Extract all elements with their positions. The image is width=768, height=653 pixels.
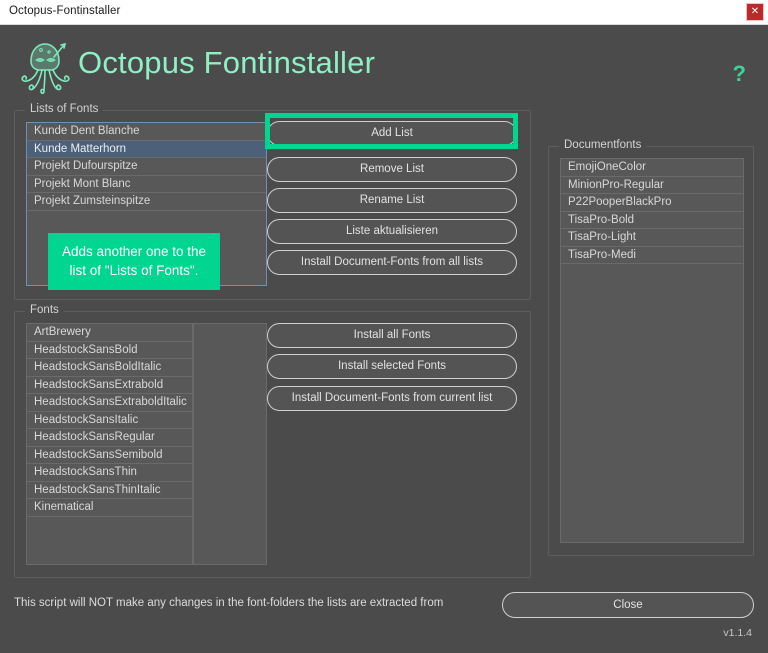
documentfonts-listbox[interactable]: EmojiOneColor MinionPro-Regular P22Poope… bbox=[560, 158, 744, 543]
list-item[interactable]: TisaPro-Light bbox=[561, 229, 743, 247]
list-item[interactable]: Kunde Dent Blanche bbox=[27, 123, 266, 141]
help-icon[interactable]: ? bbox=[733, 63, 746, 85]
rename-list-button[interactable]: Rename List bbox=[267, 188, 517, 213]
window-title: Octopus-Fontinstaller bbox=[9, 5, 121, 17]
list-item[interactable]: EmojiOneColor bbox=[561, 159, 743, 177]
page-title: Octopus Fontinstaller bbox=[78, 45, 376, 80]
list-item[interactable]: TisaPro-Bold bbox=[561, 212, 743, 229]
list-item[interactable]: Kinematical bbox=[27, 499, 192, 517]
app-window: Octopus-Fontinstaller ✕ Octopus Fontinst… bbox=[0, 0, 768, 653]
list-item[interactable]: ArtBrewery bbox=[27, 324, 192, 342]
footer-note: This script will NOT make any changes in… bbox=[14, 597, 444, 609]
list-item[interactable]: HeadstockSansBoldItalic bbox=[27, 359, 192, 377]
version-label: v1.1.4 bbox=[723, 627, 752, 639]
remove-list-button[interactable]: Remove List bbox=[267, 157, 517, 182]
octopus-logo-icon bbox=[21, 42, 70, 95]
list-item[interactable]: Kunde Matterhorn bbox=[27, 140, 266, 158]
documentfonts-label: Documentfonts bbox=[559, 139, 647, 151]
fonts-listbox[interactable]: ArtBrewery HeadstockSansBold HeadstockSa… bbox=[26, 323, 193, 565]
refresh-list-button[interactable]: Liste aktualisieren bbox=[267, 219, 517, 244]
list-item[interactable]: HeadstockSansRegular bbox=[27, 429, 192, 447]
window-close-button[interactable]: ✕ bbox=[746, 3, 764, 21]
list-item[interactable]: HeadstockSansBold bbox=[27, 342, 192, 359]
install-document-fonts-current-list-button[interactable]: Install Document-Fonts from current list bbox=[267, 386, 517, 411]
install-document-fonts-all-lists-button[interactable]: Install Document-Fonts from all lists bbox=[267, 250, 517, 275]
fonts-label: Fonts bbox=[25, 304, 64, 316]
documentfonts-group: Documentfonts EmojiOneColor MinionPro-Re… bbox=[548, 139, 754, 556]
list-item[interactable]: HeadstockSansItalic bbox=[27, 412, 192, 429]
fonts-group: Fonts ArtBrewery HeadstockSansBold Heads… bbox=[14, 304, 531, 578]
app-header: Octopus Fontinstaller ? bbox=[0, 25, 768, 105]
title-bar: Octopus-Fontinstaller ✕ bbox=[0, 0, 768, 25]
lists-of-fonts-label: Lists of Fonts bbox=[25, 103, 104, 115]
list-item[interactable]: HeadstockSansThinItalic bbox=[27, 482, 192, 499]
list-item[interactable]: HeadstockSansSemibold bbox=[27, 447, 192, 464]
install-all-fonts-button[interactable]: Install all Fonts bbox=[267, 323, 517, 348]
install-selected-fonts-button[interactable]: Install selected Fonts bbox=[267, 354, 517, 379]
list-item[interactable]: MinionPro-Regular bbox=[561, 177, 743, 194]
list-item[interactable]: HeadstockSansExtrabold bbox=[27, 377, 192, 394]
close-dialog-button[interactable]: Close bbox=[502, 592, 754, 618]
list-item[interactable]: HeadstockSansExtraboldItalic bbox=[27, 394, 192, 412]
list-item[interactable]: Projekt Dufourspitze bbox=[27, 158, 266, 176]
list-item[interactable]: P22PooperBlackPro bbox=[561, 194, 743, 212]
list-item[interactable]: Projekt Mont Blanc bbox=[27, 176, 266, 193]
list-item[interactable]: Projekt Zumsteinspitze bbox=[27, 193, 266, 211]
list-item[interactable]: HeadstockSansThin bbox=[27, 464, 192, 482]
fonts-secondary-listbox[interactable] bbox=[193, 323, 267, 565]
add-list-button[interactable]: Add List bbox=[267, 121, 517, 146]
list-item[interactable]: TisaPro-Medi bbox=[561, 247, 743, 264]
tooltip-add-list: Adds another one to the list of "Lists o… bbox=[48, 233, 220, 290]
close-icon: ✕ bbox=[750, 6, 760, 17]
